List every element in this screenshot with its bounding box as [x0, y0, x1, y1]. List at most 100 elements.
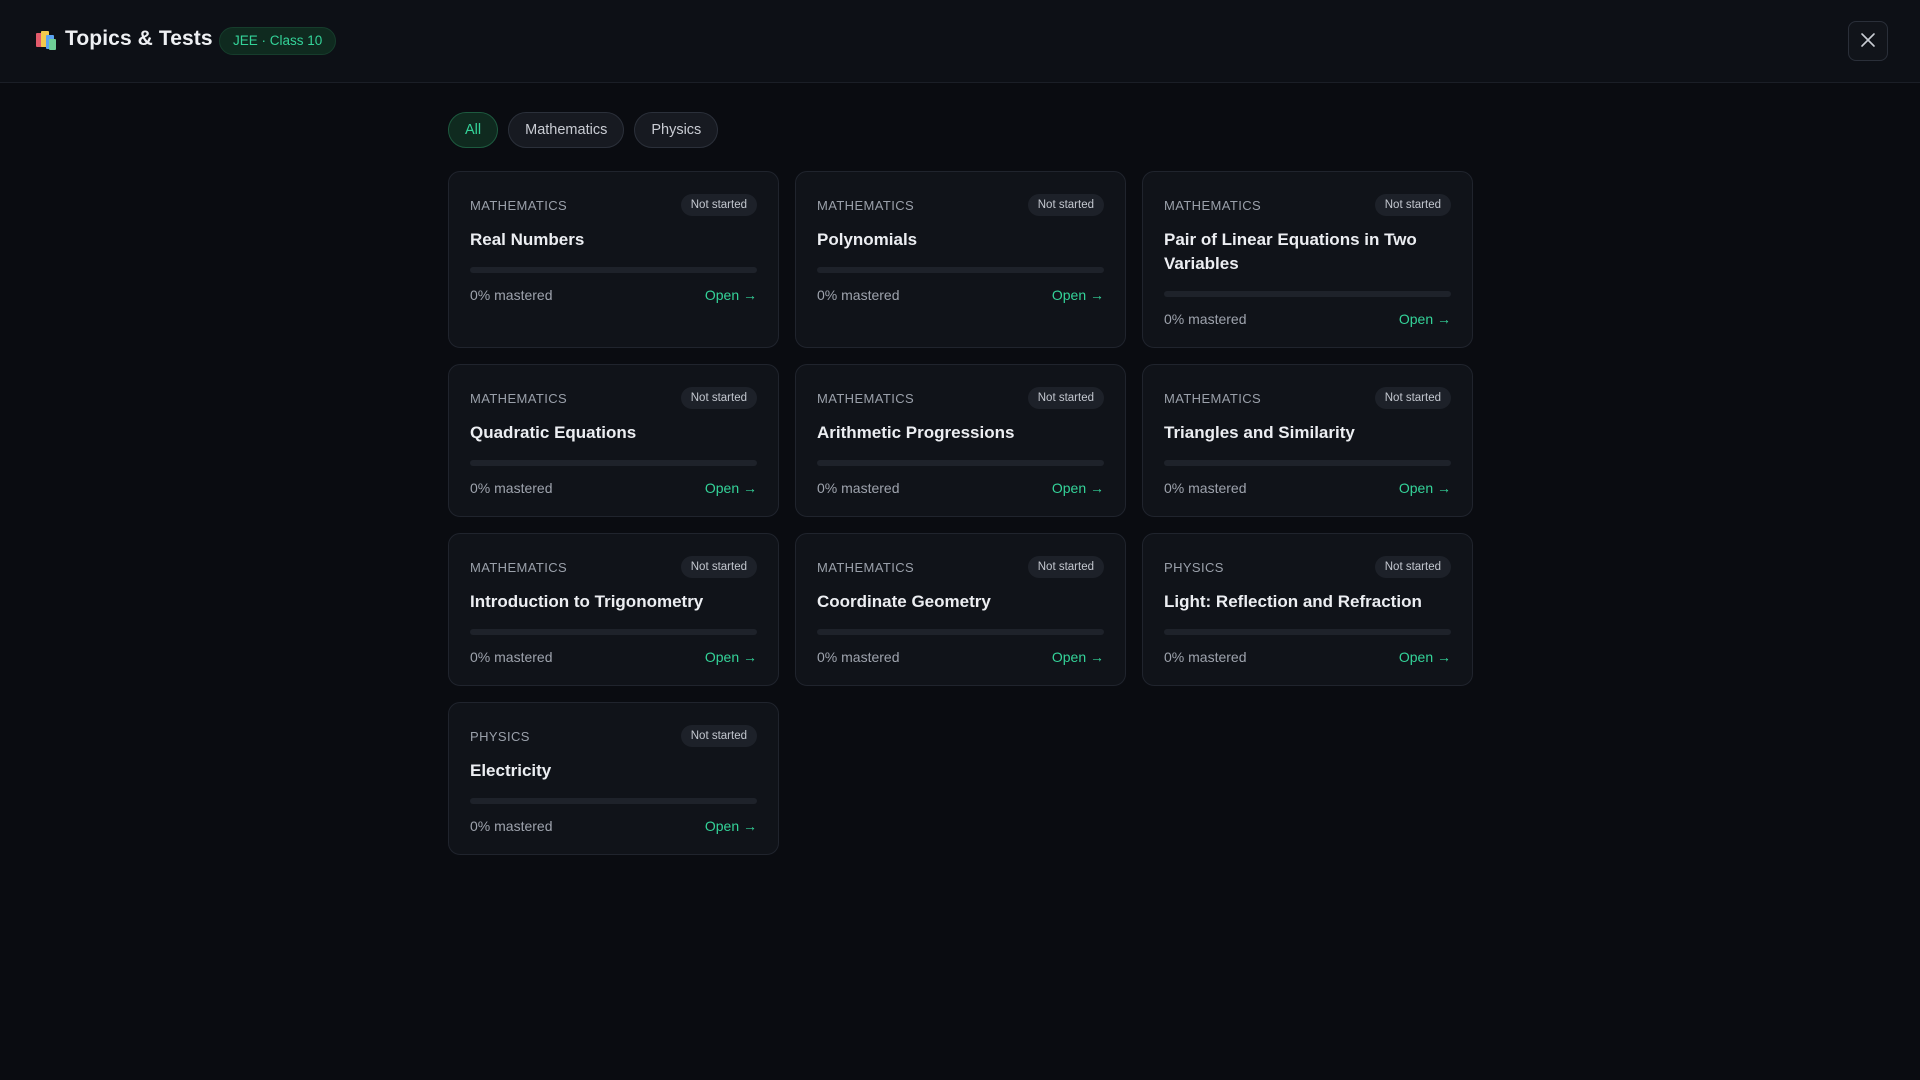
open-topic-link[interactable]: Open →: [705, 287, 757, 303]
page-title: Topics & Tests: [65, 27, 213, 50]
mastery-text: 0% mastered: [470, 287, 553, 303]
open-topic-link[interactable]: Open →: [705, 818, 757, 834]
open-topic-link[interactable]: Open →: [1399, 480, 1451, 496]
mastery-text: 0% mastered: [470, 649, 553, 665]
card-title: Coordinate Geometry: [817, 592, 991, 611]
filter-chip-all[interactable]: All: [448, 112, 499, 148]
filter-chip-physics[interactable]: Physics: [634, 112, 719, 148]
topic-card[interactable]: MATHEMATICS Not started Quadratic Equati…: [448, 364, 779, 517]
app-header: Topics & Tests JEE · Class 10: [0, 0, 1920, 83]
topic-card[interactable]: MATHEMATICS Not started Triangles and Si…: [1142, 364, 1473, 517]
open-topic-link[interactable]: Open →: [1052, 287, 1104, 303]
card-header: PHYSICS Not started: [1164, 556, 1451, 578]
card-footer: 0% mastered Open →: [1164, 649, 1451, 665]
context-badge: JEE · Class 10: [219, 27, 337, 55]
mastery-text: 0% mastered: [817, 649, 900, 665]
status-badge: Not started: [1374, 387, 1451, 409]
open-topic-link[interactable]: Open →: [1052, 649, 1104, 665]
filter-chip-mathematics[interactable]: Mathematics: [508, 112, 625, 148]
status-badge: Not started: [1374, 556, 1451, 578]
topic-card[interactable]: PHYSICS Not started Light: Reflection an…: [1142, 533, 1473, 686]
card-title: Polynomials: [817, 230, 918, 249]
card-title: Light: Reflection and Refraction: [1164, 592, 1422, 611]
topic-card[interactable]: MATHEMATICS Not started Polynomials 0% m…: [795, 171, 1126, 348]
open-topic-link[interactable]: Open →: [1399, 649, 1451, 665]
card-footer: 0% mastered Open →: [470, 287, 757, 303]
card-footer: 0% mastered Open →: [817, 480, 1104, 496]
open-topic-link[interactable]: Open →: [705, 480, 757, 496]
topic-grid: MATHEMATICS Not started Real Numbers 0% …: [448, 171, 1473, 855]
card-title: Electricity: [470, 761, 552, 780]
subject-filters: All Mathematics Physics: [448, 112, 719, 148]
card-subject: MATHEMATICS: [817, 559, 915, 575]
status-badge: Not started: [680, 556, 757, 578]
card-title: Arithmetic Progressions: [817, 423, 1015, 442]
topic-card[interactable]: MATHEMATICS Not started Pair of Linear E…: [1142, 171, 1473, 348]
card-footer: 0% mastered Open →: [817, 649, 1104, 665]
mastery-progress-bar: [817, 629, 1104, 635]
mastery-text: 0% mastered: [817, 480, 900, 496]
card-header: MATHEMATICS Not started: [1164, 387, 1451, 409]
card-subject: MATHEMATICS: [817, 197, 915, 213]
card-title: Introduction to Trigonometry: [470, 592, 704, 611]
close-button[interactable]: [1848, 21, 1888, 61]
card-header: MATHEMATICS Not started: [817, 387, 1104, 409]
books-icon: [36, 31, 58, 51]
card-subject: MATHEMATICS: [1164, 197, 1262, 213]
card-footer: 0% mastered Open →: [470, 649, 757, 665]
card-header: MATHEMATICS Not started: [470, 387, 757, 409]
mastery-text: 0% mastered: [817, 287, 900, 303]
topic-card[interactable]: MATHEMATICS Not started Introduction to …: [448, 533, 779, 686]
topic-card[interactable]: MATHEMATICS Not started Coordinate Geome…: [795, 533, 1126, 686]
status-badge: Not started: [1027, 556, 1104, 578]
topic-card[interactable]: MATHEMATICS Not started Arithmetic Progr…: [795, 364, 1126, 517]
card-title: Quadratic Equations: [470, 423, 637, 442]
card-header: MATHEMATICS Not started: [470, 194, 757, 216]
status-badge: Not started: [680, 387, 757, 409]
card-header: MATHEMATICS Not started: [817, 194, 1104, 216]
mastery-text: 0% mastered: [1164, 480, 1247, 496]
mastery-progress-bar: [470, 267, 757, 273]
open-topic-link[interactable]: Open →: [705, 649, 757, 665]
open-topic-link[interactable]: Open →: [1052, 480, 1104, 496]
mastery-text: 0% mastered: [1164, 649, 1247, 665]
card-subject: MATHEMATICS: [1164, 390, 1262, 406]
mastery-text: 0% mastered: [1164, 311, 1247, 327]
card-title: Real Numbers: [470, 230, 585, 249]
status-badge: Not started: [680, 725, 757, 747]
mastery-progress-bar: [1164, 629, 1451, 635]
topic-card[interactable]: PHYSICS Not started Electricity 0% maste…: [448, 702, 779, 855]
mastery-progress-bar: [817, 460, 1104, 466]
mastery-progress-bar: [470, 629, 757, 635]
mastery-progress-bar: [1164, 460, 1451, 466]
open-topic-link[interactable]: Open →: [1399, 311, 1451, 327]
mastery-progress-bar: [470, 798, 757, 804]
card-subject: MATHEMATICS: [470, 559, 568, 575]
mastery-progress-bar: [1164, 291, 1451, 297]
mastery-progress-bar: [470, 460, 757, 466]
card-footer: 0% mastered Open →: [470, 480, 757, 496]
topic-card[interactable]: MATHEMATICS Not started Real Numbers 0% …: [448, 171, 779, 348]
status-badge: Not started: [1374, 194, 1451, 216]
card-subject: MATHEMATICS: [470, 197, 568, 213]
close-icon: [1860, 32, 1876, 51]
status-badge: Not started: [1027, 194, 1104, 216]
mastery-text: 0% mastered: [470, 818, 553, 834]
status-badge: Not started: [680, 194, 757, 216]
card-footer: 0% mastered Open →: [1164, 311, 1451, 327]
card-footer: 0% mastered Open →: [470, 818, 757, 834]
card-title: Pair of Linear Equations in Two Variable…: [1164, 230, 1417, 273]
status-badge: Not started: [1027, 387, 1104, 409]
card-header: PHYSICS Not started: [470, 725, 757, 747]
card-header: MATHEMATICS Not started: [817, 556, 1104, 578]
card-subject: PHYSICS: [1164, 559, 1224, 575]
card-header: MATHEMATICS Not started: [1164, 194, 1451, 216]
mastery-progress-bar: [817, 267, 1104, 273]
card-footer: 0% mastered Open →: [817, 287, 1104, 303]
mastery-text: 0% mastered: [470, 480, 553, 496]
card-subject: PHYSICS: [470, 728, 530, 744]
card-subject: MATHEMATICS: [470, 390, 568, 406]
card-footer: 0% mastered Open →: [1164, 480, 1451, 496]
card-subject: MATHEMATICS: [817, 390, 915, 406]
card-title: Triangles and Similarity: [1164, 423, 1355, 442]
